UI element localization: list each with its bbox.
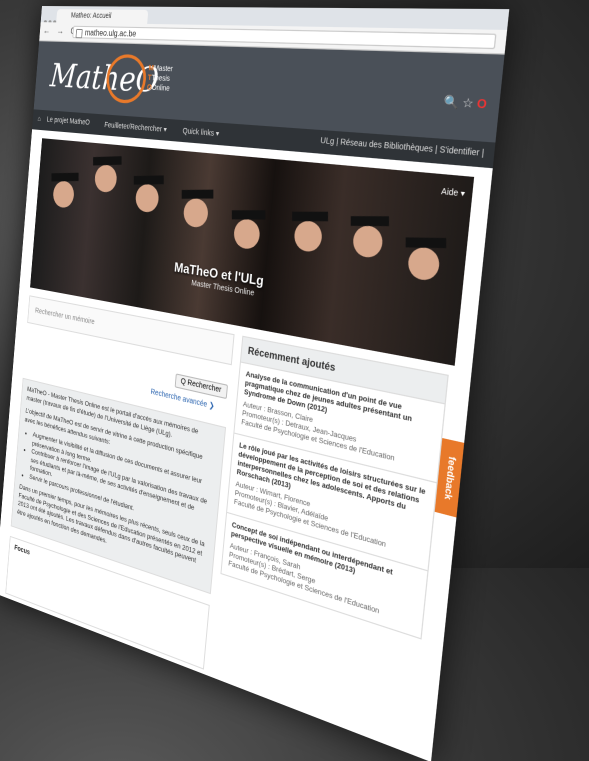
page-icon — [75, 28, 83, 39]
recent-panel: Récemment ajoutés Analyse de la communic… — [220, 335, 449, 640]
zoom-icon: 🔍 — [443, 95, 460, 111]
home-icon[interactable]: ⌂ — [37, 116, 41, 123]
logo-sub-online: Online — [151, 84, 170, 93]
nav-aide[interactable]: Aide ▾ — [441, 187, 466, 199]
url-text: matheo.ulg.ac.be — [84, 28, 137, 39]
main-content: Rechercher un mémoire Q Rechercher Reche… — [0, 285, 472, 761]
logo-sub-master: Master — [153, 65, 174, 74]
header-links[interactable]: ULg | Réseau des Bibliothèques | S'ident… — [320, 137, 484, 158]
logo-subtitle: MMaster TThesis OOnline — [146, 64, 174, 93]
browser-icons[interactable]: 🔍 ☆ O — [443, 96, 487, 112]
nav-projet[interactable]: Le projet MatheO — [46, 116, 90, 126]
photo-stage: Matheo: Accueil ← → C matheo.ulg.ac.be M… — [0, 0, 589, 761]
nav-quick-links[interactable]: Quick links ▾ — [182, 127, 219, 139]
nav-feuilleter[interactable]: Feuilleter/Rechercher ▾ — [104, 121, 167, 134]
browser-screen: Matheo: Accueil ← → C matheo.ulg.ac.be M… — [0, 6, 510, 761]
logo-sub-thesis: Thesis — [151, 74, 171, 84]
star-icon: ☆ — [461, 96, 475, 112]
opera-icon: O — [476, 97, 488, 113]
